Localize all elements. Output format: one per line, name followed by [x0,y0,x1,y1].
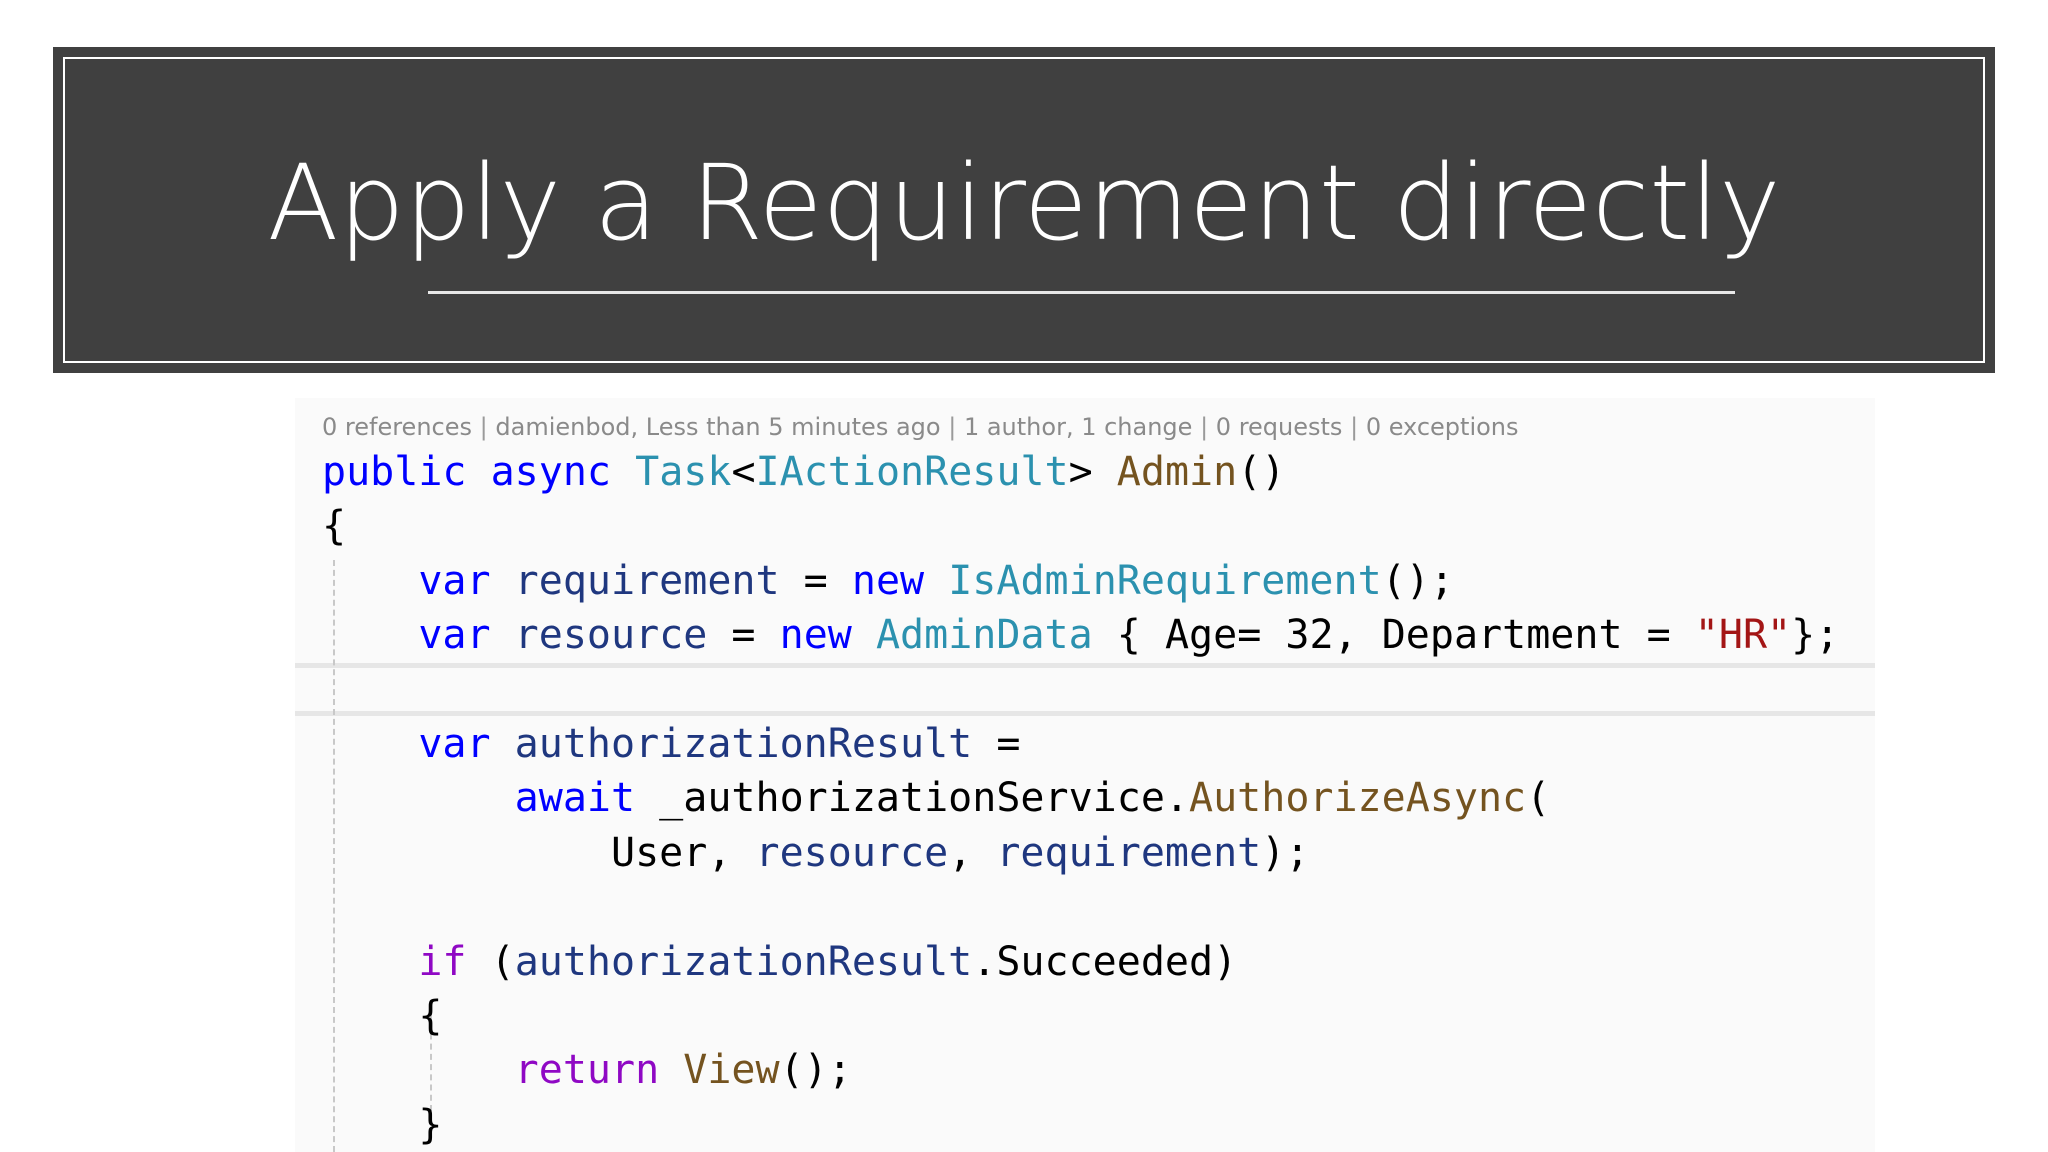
local-authorization-result: authorizationResult [514,938,973,985]
arg-resource: resource [755,829,949,876]
code-lens-changes[interactable]: 1 author, 1 change [964,413,1192,441]
keyword-await: await [514,775,636,822]
brace-open: { [418,992,443,1039]
arg-requirement: requirement [996,829,1262,876]
punct-open-paren: ( [1526,775,1551,822]
operator-eq: = [731,612,756,659]
code-lens-separator: | [948,413,957,441]
keyword-var: var [418,720,491,767]
keyword-new: new [851,557,925,604]
code-lens-author-info[interactable]: damienbod, Less than 5 minutes ago [495,413,940,441]
punct-open-paren: ( [490,938,515,985]
keyword-var: var [418,557,491,604]
title-banner: Apply a Requirement directly [53,47,1995,373]
local-resource: resource [514,612,708,659]
keyword-if: if [418,938,467,985]
object-initializer: { Age= 32, Department = [1116,612,1671,659]
method-admin: Admin [1116,449,1238,495]
string-hr: "HR" [1694,612,1792,659]
keyword-return: return [514,1047,660,1094]
code-line-12: return View(); [322,1043,1839,1097]
code-line-3: var requirement = new IsAdminRequirement… [322,554,1839,608]
type-admindata: AdminData [875,612,1093,659]
code-lens-exceptions[interactable]: 0 exceptions [1366,413,1519,441]
code-line-4: var resource = new AdminData { Age= 32, … [322,608,1839,662]
operator-eq: = [996,720,1021,767]
code-line-8: User, resource, requirement); [322,826,1839,880]
keyword-new: new [779,612,852,659]
method-authorize-async: AuthorizeAsync [1188,775,1527,822]
code-line-10: if (authorizationResult.Succeeded) [322,935,1839,989]
type-iactionresult: IActionResult [755,449,1069,495]
code-line-1: public async Task<IActionResult> Admin() [322,445,1839,499]
punct-initializer-end: }; [1791,612,1840,659]
code-line-11: { [322,989,1839,1043]
method-view: View [683,1047,780,1094]
code-block[interactable]: public async Task<IActionResult> Admin()… [322,445,1839,1152]
punct-parens: () [1237,449,1286,495]
code-line-6: var authorizationResult = [322,717,1839,771]
operator-eq: = [803,557,828,604]
title-underline [428,291,1735,294]
slide-title: Apply a Requirement directly [267,142,1781,264]
punct-call-end: (); [1381,557,1454,604]
code-lens-separator: | [1200,413,1209,441]
type-isadminrequirement: IsAdminRequirement [948,557,1382,604]
local-requirement: requirement [514,557,780,604]
keyword-async: async [490,449,612,495]
code-lens: 0 references | damienbod, Less than 5 mi… [322,410,1519,444]
arg-user: User, [610,829,732,876]
code-line-13: } [322,1098,1839,1152]
member-succeeded: .Succeeded) [972,938,1238,985]
code-line-7: await _authorizationService.AuthorizeAsy… [322,771,1839,825]
code-lens-requests[interactable]: 0 requests [1216,413,1343,441]
brace-open: { [322,503,347,550]
field-authorization-service: _authorizationService. [659,775,1189,822]
punct-call-end: (); [779,1047,852,1094]
code-lens-separator: | [1350,413,1359,441]
type-task: Task [635,449,732,495]
keyword-public: public [322,449,467,495]
brace-close: } [418,1101,443,1148]
code-lens-separator: | [479,413,488,441]
punct-lt: < [731,449,756,495]
punct-call-end: ); [1261,829,1310,876]
keyword-var: var [418,612,491,659]
local-authorization-result: authorizationResult [514,720,973,767]
punct-gt: > [1068,449,1093,495]
code-lens-references[interactable]: 0 references [322,413,472,441]
code-line-2: { [322,499,1839,553]
punct-comma: , [948,829,973,876]
